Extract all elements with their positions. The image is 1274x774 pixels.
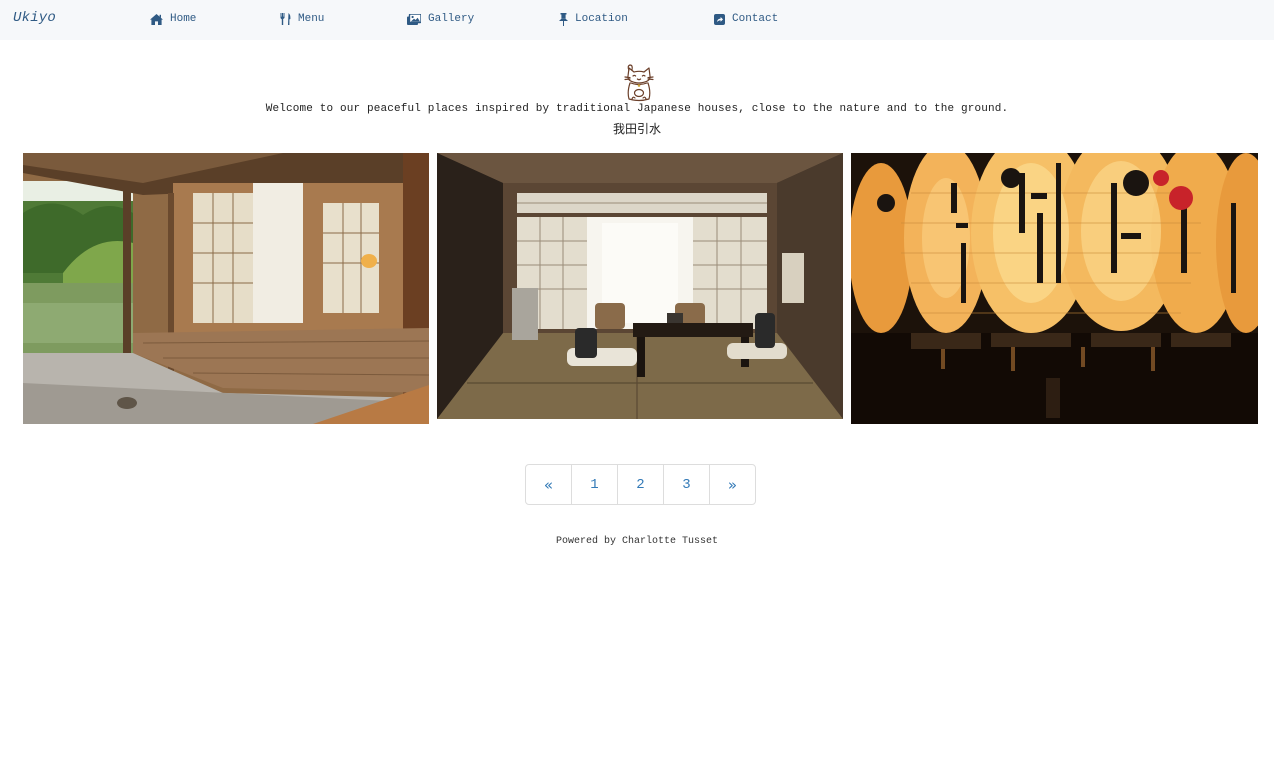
footer-prefix: Powered by [555,536,616,547]
nav-menu-link[interactable]: Menu [280,11,324,27]
top-navbar: Ukiyo Home Menu Gallery Location Contact [0,0,1274,40]
pagination: « 1 2 3 » [525,464,756,505]
footer-author-link[interactable]: Charlotte Tusset [622,536,718,547]
brand-link[interactable]: Ukiyo [13,10,56,26]
nav-menu-label: Menu [298,13,325,25]
pagination-page-2[interactable]: 2 [617,465,663,504]
images-icon [407,13,421,25]
pagination-prev-button[interactable]: « [526,465,571,504]
nav-contact-label: Contact [732,13,779,25]
nav-location-label: Location [575,13,628,25]
nav-gallery-label: Gallery [428,13,475,25]
nav-home-label: Home [170,13,197,25]
gallery-photo-tatami-room[interactable] [437,153,843,419]
cutlery-icon [280,13,291,25]
pagination-next-button[interactable]: » [709,465,755,504]
gallery-photo-veranda[interactable] [23,153,429,424]
pushpin-icon [559,12,568,26]
home-icon [150,13,163,25]
pagination-page-1[interactable]: 1 [571,465,617,504]
nav-location-link[interactable]: Location [559,11,628,27]
nav-gallery-link[interactable]: Gallery [407,11,474,27]
maneki-neko-logo [624,64,654,102]
nav-contact-link[interactable]: Contact [714,11,778,27]
welcome-tagline: Welcome to our peaceful places inspired … [265,103,1009,115]
kanji-motto: 我田引水 [612,122,661,136]
footer: Powered by Charlotte Tusset [0,536,1274,547]
gallery-photo-lanterns[interactable] [851,153,1258,424]
nav-home-link[interactable]: Home [150,11,196,27]
share-square-icon [714,13,725,25]
pagination-page-3[interactable]: 3 [663,465,709,504]
